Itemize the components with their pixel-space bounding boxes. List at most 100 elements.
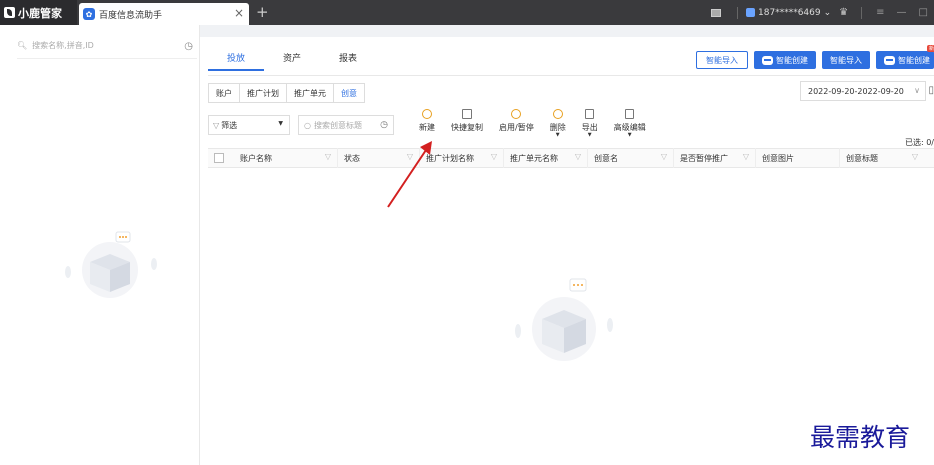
tab-close-icon[interactable]: ×: [234, 6, 244, 20]
filter-label: 筛选: [221, 120, 238, 130]
column-creative-title[interactable]: 创意标题 ▽: [840, 148, 924, 168]
selected-count: 已选: 0/: [904, 138, 934, 147]
delete-circle-icon: [552, 109, 563, 119]
column-label: 创意图片: [762, 153, 794, 163]
level-creative[interactable]: 创意: [334, 84, 364, 102]
account-icon: [746, 8, 756, 17]
vip-crown-icon[interactable]: ♛: [839, 8, 853, 18]
new-tab-button[interactable]: +: [256, 3, 269, 21]
copy-icon: [462, 109, 472, 119]
filter-funnel-icon[interactable]: ▽: [575, 152, 581, 161]
enable-pause-label: 启用/暂停: [499, 123, 534, 132]
robot-icon: [884, 55, 895, 65]
date-range-picker[interactable]: 2022-09-20-2022-09-20 ∨: [800, 81, 926, 101]
watermark-text: 最需教育: [810, 423, 911, 452]
table-header: 账户名称 ▽ 状态 ▽ 推广计划名称 ▽ 推广单元名称 ▽ 创意名 ▽ 是否暂停…: [208, 148, 934, 168]
smart-create-button[interactable]: 智能创建: [754, 51, 816, 69]
smart-import-button-2[interactable]: 智能导入: [822, 51, 870, 69]
tab-assets[interactable]: 资产: [264, 51, 320, 71]
new-badge: 新: [926, 45, 934, 52]
search-icon: 🔍︎: [17, 41, 28, 50]
quick-copy-label: 快捷复制: [451, 123, 483, 132]
caret-down-icon: ▼: [627, 132, 632, 138]
filter-funnel-icon[interactable]: ▽: [912, 152, 918, 161]
app-brand[interactable]: 小鹿管家: [0, 0, 77, 25]
column-creative-image[interactable]: 创意图片: [756, 148, 840, 168]
column-unit-name[interactable]: 推广单元名称 ▽: [504, 148, 588, 168]
column-label: 创意标题: [846, 153, 878, 163]
column-label: 创意名: [594, 153, 618, 163]
filter-funnel-icon[interactable]: ▽: [491, 152, 497, 161]
top-action-buttons: 智能导入 智能创建 智能导入 智能创建 新: [696, 45, 934, 69]
tab-label: 百度信息流助手: [99, 10, 163, 21]
date-range-value: 2022-09-20-2022-09-20: [808, 86, 904, 96]
history-clock-icon[interactable]: ◷: [380, 120, 388, 130]
browser-tab[interactable]: ✿ 百度信息流助手 ×: [79, 3, 249, 25]
enable-pause-button[interactable]: 启用/暂停: [491, 109, 542, 138]
screen-icon[interactable]: [711, 8, 722, 17]
chevron-down-icon: ∨: [914, 86, 920, 95]
brand-label: 小鹿管家: [18, 6, 62, 20]
caret-down-icon: ▼: [587, 132, 592, 138]
sidebar-search-placeholder: 搜索名称,拼音,ID: [32, 41, 94, 50]
main-panel: 投放 资产 报表 智能导入 智能创建 智能导入 智能创建 新 账户 推广计划 推…: [208, 37, 934, 465]
caret-down-icon: ▼: [555, 132, 560, 138]
account-number[interactable]: 187*****6469: [758, 8, 821, 18]
tab-delivery[interactable]: 投放: [208, 51, 264, 71]
empty-state-illustration: [515, 278, 613, 361]
tabs-divider: [208, 75, 934, 76]
column-label: 账户名称: [240, 153, 272, 163]
column-split-icon[interactable]: ▯: [928, 85, 934, 96]
select-all-checkbox[interactable]: [214, 153, 224, 163]
delete-button[interactable]: 删除 ▼: [542, 109, 574, 138]
empty-state-illustration: [65, 231, 157, 298]
filter-funnel-icon[interactable]: ▽: [743, 152, 749, 161]
filter-funnel-icon[interactable]: ▽: [325, 152, 331, 161]
menu-icon[interactable]: ≡: [876, 7, 884, 18]
filter-icon: ▽: [213, 120, 220, 130]
level-plan[interactable]: 推广计划: [240, 84, 287, 102]
advanced-edit-button[interactable]: 高级编辑 ▼: [606, 109, 654, 138]
play-pause-icon: [511, 109, 522, 119]
brand-logo-icon: [4, 7, 15, 18]
main-tabs: 投放 资产 报表: [208, 51, 376, 71]
titlebar-right: 187*****6469 ⌄ ♛ ≡ — □: [711, 0, 934, 25]
baidu-paw-icon: ✿: [83, 8, 95, 20]
robot-icon: [762, 55, 773, 65]
column-paused[interactable]: 是否暂停推广 ▽: [674, 148, 756, 168]
maximize-icon[interactable]: □: [919, 7, 928, 18]
level-account[interactable]: 账户: [209, 84, 240, 102]
sidebar-search[interactable]: 🔍︎ 搜索名称,拼音,ID ◷: [17, 37, 197, 59]
column-label: 是否暂停推广: [680, 153, 728, 163]
filter-funnel-icon[interactable]: ▽: [661, 152, 667, 161]
tab-reports[interactable]: 报表: [320, 51, 376, 71]
new-button[interactable]: 新建: [411, 109, 443, 138]
minimize-icon[interactable]: —: [897, 7, 907, 18]
column-label: 状态: [344, 153, 360, 163]
level-selector: 账户 推广计划 推广单元 创意: [208, 83, 365, 103]
plus-circle-icon: [422, 109, 432, 119]
edit-icon: [625, 109, 635, 119]
search-icon: ○: [304, 120, 311, 130]
level-unit[interactable]: 推广单元: [287, 84, 334, 102]
creative-search-placeholder: 搜索创意标题: [313, 120, 362, 130]
smart-create-button-2[interactable]: 智能创建 新: [876, 45, 934, 69]
history-clock-icon[interactable]: ◷: [184, 41, 193, 52]
account-caret-icon[interactable]: ⌄: [824, 8, 832, 18]
export-icon: [585, 109, 595, 119]
smart-import-button[interactable]: 智能导入: [696, 51, 748, 69]
caret-down-icon: ▼: [278, 120, 283, 127]
title-bar: 小鹿管家 ✿ 百度信息流助手 × + 187*****6469 ⌄ ♛ ≡ — …: [0, 0, 934, 25]
annotation-arrow: [387, 141, 432, 208]
smart-create-label-2: 智能创建: [898, 55, 930, 65]
divider: [737, 6, 739, 19]
action-toolbar: 新建 快捷复制 启用/暂停 删除 ▼ 导出 ▼ 高级编辑 ▼: [411, 109, 654, 138]
column-creative-name[interactable]: 创意名 ▽: [588, 148, 674, 168]
new-label: 新建: [419, 123, 435, 132]
filter-dropdown[interactable]: ▽ 筛选 ▼: [208, 115, 290, 135]
quick-copy-button[interactable]: 快捷复制: [443, 109, 491, 138]
divider: [861, 6, 863, 19]
creative-search-input[interactable]: ○ 搜索创意标题 ◷: [298, 115, 394, 135]
export-button[interactable]: 导出 ▼: [574, 109, 606, 138]
column-account-name[interactable]: 账户名称 ▽: [234, 148, 338, 168]
